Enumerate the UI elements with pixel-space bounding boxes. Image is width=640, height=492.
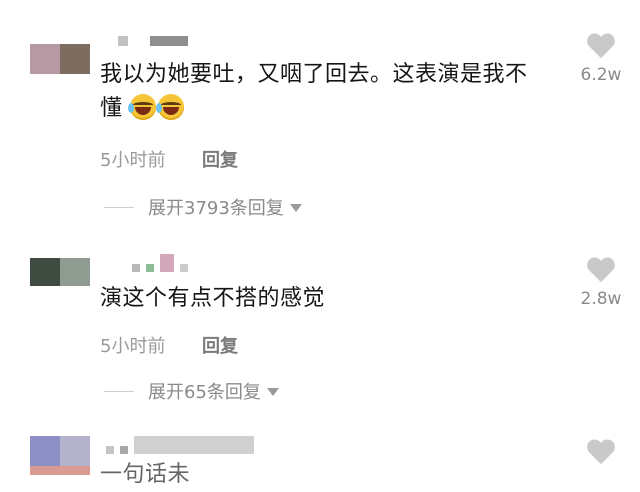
expand-replies-label: 展开65条回复 bbox=[148, 382, 261, 403]
reply-button[interactable]: 回复 bbox=[202, 332, 238, 358]
reply-button[interactable]: 回复 bbox=[202, 146, 238, 172]
heart-icon bbox=[586, 34, 616, 61]
like-count: 6.2w bbox=[580, 65, 622, 85]
divider bbox=[104, 390, 134, 392]
expand-replies-label: 展开3793条回复 bbox=[148, 198, 284, 219]
expand-replies-button[interactable]: 展开65条回复 bbox=[104, 378, 279, 404]
timestamp: 5小时前 bbox=[100, 336, 166, 357]
like-button[interactable] bbox=[576, 440, 626, 467]
username-blurred[interactable] bbox=[106, 436, 254, 454]
avatar[interactable] bbox=[30, 44, 90, 74]
like-button[interactable]: 2.8w bbox=[576, 258, 626, 309]
laugh-cry-emoji bbox=[128, 94, 157, 120]
laugh-cry-emoji bbox=[156, 94, 185, 120]
heart-icon bbox=[586, 440, 616, 467]
avatar[interactable] bbox=[30, 436, 90, 466]
comment-text-partial: 一句话未 bbox=[100, 462, 191, 487]
like-count: 2.8w bbox=[580, 289, 622, 309]
avatar[interactable] bbox=[30, 258, 90, 286]
username-blurred[interactable] bbox=[132, 254, 188, 272]
timestamp: 5小时前 bbox=[100, 150, 166, 171]
avatar-bottom bbox=[30, 466, 90, 475]
heart-icon bbox=[586, 258, 616, 285]
expand-replies-button[interactable]: 展开3793条回复 bbox=[104, 194, 302, 220]
like-button[interactable]: 6.2w bbox=[576, 34, 626, 85]
caret-down-icon bbox=[289, 204, 302, 212]
divider bbox=[104, 206, 134, 208]
comment-text: 我以为她要吐，又咽了回去。这表演是我不 懂 bbox=[100, 62, 528, 121]
comment-text: 演这个有点不搭的感觉 bbox=[100, 286, 326, 311]
username-blurred[interactable] bbox=[118, 36, 188, 46]
caret-down-icon bbox=[266, 388, 279, 396]
